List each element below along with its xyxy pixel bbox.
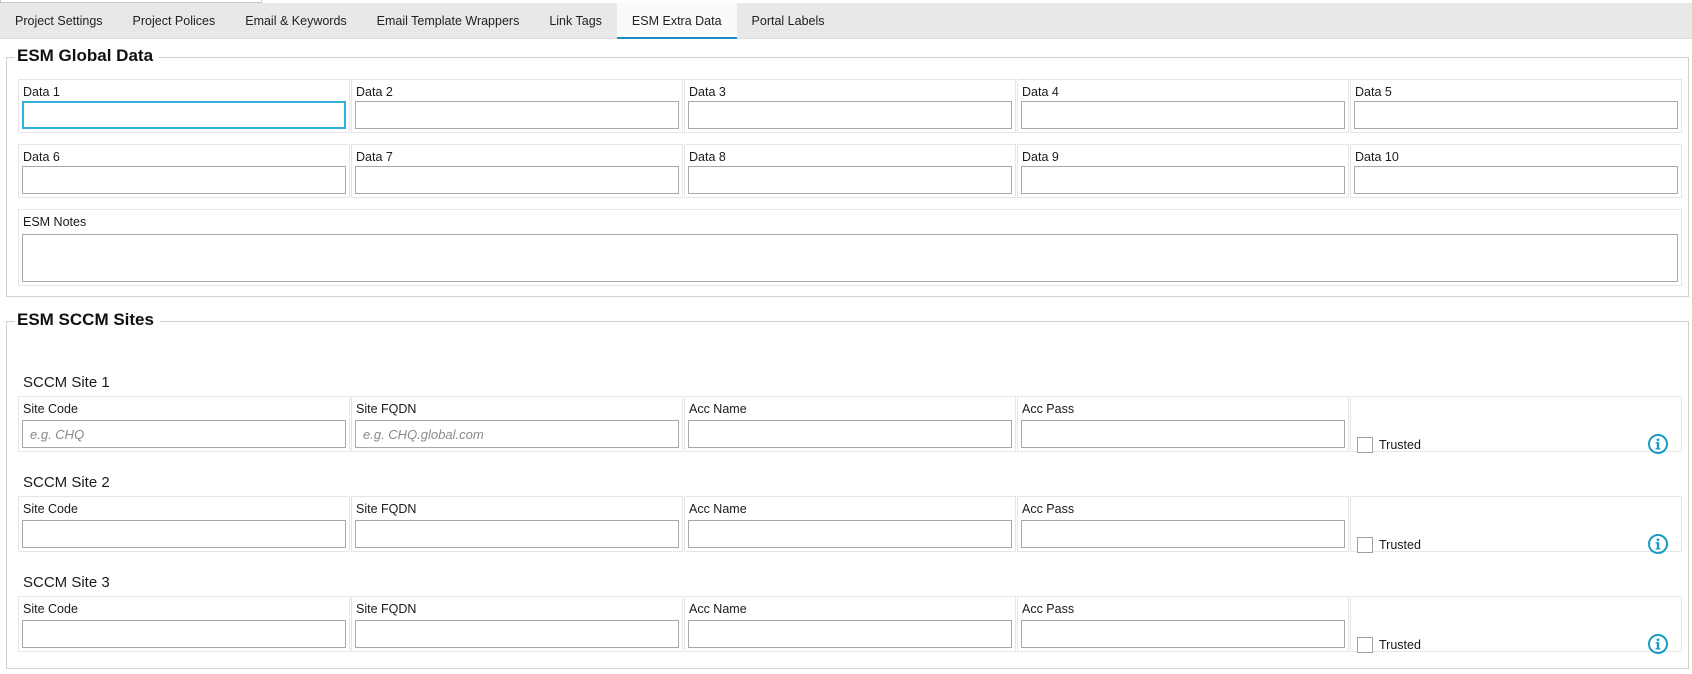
data-6-label: Data 6 <box>23 150 60 164</box>
data-8-label: Data 8 <box>689 150 726 164</box>
site-1-trusted-label: Trusted <box>1379 438 1421 452</box>
data-8-input[interactable] <box>688 166 1012 194</box>
site-2-acc-name-cell: Acc Name <box>684 496 1016 552</box>
data-3-input[interactable] <box>688 101 1012 129</box>
acc-name-label: Acc Name <box>689 402 747 416</box>
data-3-label: Data 3 <box>689 85 726 99</box>
data-1-input[interactable] <box>22 101 346 129</box>
site-1-site-code-cell: Site Code <box>18 396 350 452</box>
site-3-trusted-label: Trusted <box>1379 638 1421 652</box>
site-code-label: Site Code <box>23 402 78 416</box>
tab-project-settings[interactable]: Project Settings <box>0 3 118 39</box>
site-3-trusted-checkbox[interactable] <box>1357 637 1373 653</box>
esm-notes-label: ESM Notes <box>23 215 87 229</box>
site-3-acc-pass-cell: Acc Pass <box>1017 596 1349 652</box>
site-3-trusted-cell: Trusted <box>1350 596 1682 655</box>
data-1-cell: Data 1 <box>18 79 350 133</box>
site-3-acc-name-cell: Acc Name <box>684 596 1016 652</box>
site-fqdn-label: Site FQDN <box>356 402 417 416</box>
acc-name-label: Acc Name <box>689 502 747 516</box>
data-5-input[interactable] <box>1354 101 1678 129</box>
data-3-cell: Data 3 <box>684 79 1016 133</box>
site-2-acc-pass-cell: Acc Pass <box>1017 496 1349 552</box>
info-circle-icon[interactable] <box>1647 433 1669 455</box>
data-9-input[interactable] <box>1021 166 1345 194</box>
data-2-input[interactable] <box>355 101 679 129</box>
site-2-acc-pass-input[interactable] <box>1021 520 1345 548</box>
data-9-cell: Data 9 <box>1017 144 1349 198</box>
site-1-acc-pass-input[interactable] <box>1021 420 1345 448</box>
site-fqdn-label: Site FQDN <box>356 602 417 616</box>
tab-portal-labels[interactable]: Portal Labels <box>737 3 840 39</box>
site-3-site-fqdn-cell: Site FQDN <box>351 596 683 652</box>
tab-email-template-wrappers[interactable]: Email Template Wrappers <box>362 3 535 39</box>
site-3-site-code-cell: Site Code <box>18 596 350 652</box>
esm-global-data-title: ESM Global Data <box>15 46 160 66</box>
esm-sccm-sites-title: ESM SCCM Sites <box>15 310 160 330</box>
data-6-input[interactable] <box>22 166 346 194</box>
site-3-site-code-input[interactable] <box>22 620 346 648</box>
esm-notes-input[interactable] <box>22 234 1678 282</box>
data-2-label: Data 2 <box>356 85 393 99</box>
site-code-label: Site Code <box>23 602 78 616</box>
site-1-acc-name-cell: Acc Name <box>684 396 1016 452</box>
data-7-input[interactable] <box>355 166 679 194</box>
info-circle-icon[interactable] <box>1647 633 1669 655</box>
acc-pass-label: Acc Pass <box>1022 402 1075 416</box>
site-2-trusted-checkbox[interactable] <box>1357 537 1373 553</box>
sccm-site-1-title: SCCM Site 1 <box>23 374 110 391</box>
data-4-cell: Data 4 <box>1017 79 1349 133</box>
site-2-site-code-input[interactable] <box>22 520 346 548</box>
esm-global-data-group: ESM Global Data Data 1 Data 2 Data 3 Dat… <box>6 46 1689 297</box>
data-5-cell: Data 5 <box>1350 79 1682 133</box>
tab-bar: Project Settings Project Polices Email &… <box>0 3 1692 39</box>
data-6-cell: Data 6 <box>18 144 350 198</box>
site-1-trusted-checkbox[interactable] <box>1357 437 1373 453</box>
site-2-site-code-cell: Site Code <box>18 496 350 552</box>
data-8-cell: Data 8 <box>684 144 1016 198</box>
sccm-site-3-title: SCCM Site 3 <box>23 574 110 591</box>
site-1-acc-pass-cell: Acc Pass <box>1017 396 1349 452</box>
data-4-label: Data 4 <box>1022 85 1059 99</box>
site-1-trusted-cell: Trusted <box>1350 396 1682 455</box>
data-10-input[interactable] <box>1354 166 1678 194</box>
site-1-site-fqdn-input[interactable] <box>355 420 679 448</box>
site-fqdn-label: Site FQDN <box>356 502 417 516</box>
site-3-acc-pass-input[interactable] <box>1021 620 1345 648</box>
site-3-acc-name-input[interactable] <box>688 620 1012 648</box>
data-7-label: Data 7 <box>356 150 393 164</box>
tab-project-polices[interactable]: Project Polices <box>118 3 231 39</box>
data-1-label: Data 1 <box>23 85 60 99</box>
data-7-cell: Data 7 <box>351 144 683 198</box>
site-2-trusted-label: Trusted <box>1379 538 1421 552</box>
esm-notes-cell: ESM Notes <box>18 209 1682 286</box>
site-2-acc-name-input[interactable] <box>688 520 1012 548</box>
site-1-site-code-input[interactable] <box>22 420 346 448</box>
site-2-trusted-cell: Trusted <box>1350 496 1682 555</box>
site-2-site-fqdn-cell: Site FQDN <box>351 496 683 552</box>
site-2-site-fqdn-input[interactable] <box>355 520 679 548</box>
data-10-cell: Data 10 <box>1350 144 1682 198</box>
site-1-acc-name-input[interactable] <box>688 420 1012 448</box>
site-3-site-fqdn-input[interactable] <box>355 620 679 648</box>
tab-email-keywords[interactable]: Email & Keywords <box>230 3 361 39</box>
sccm-site-2-title: SCCM Site 2 <box>23 474 110 491</box>
acc-pass-label: Acc Pass <box>1022 502 1075 516</box>
tab-esm-extra-data[interactable]: ESM Extra Data <box>616 3 737 39</box>
info-circle-icon[interactable] <box>1647 533 1669 555</box>
data-9-label: Data 9 <box>1022 150 1059 164</box>
tab-link-tags[interactable]: Link Tags <box>534 3 617 39</box>
data-10-label: Data 10 <box>1355 150 1399 164</box>
acc-pass-label: Acc Pass <box>1022 602 1075 616</box>
site-1-site-fqdn-cell: Site FQDN <box>351 396 683 452</box>
acc-name-label: Acc Name <box>689 602 747 616</box>
data-4-input[interactable] <box>1021 101 1345 129</box>
esm-sccm-sites-group: ESM SCCM Sites SCCM Site 1 Site Code Sit… <box>6 310 1689 669</box>
data-2-cell: Data 2 <box>351 79 683 133</box>
data-5-label: Data 5 <box>1355 85 1392 99</box>
site-code-label: Site Code <box>23 502 78 516</box>
